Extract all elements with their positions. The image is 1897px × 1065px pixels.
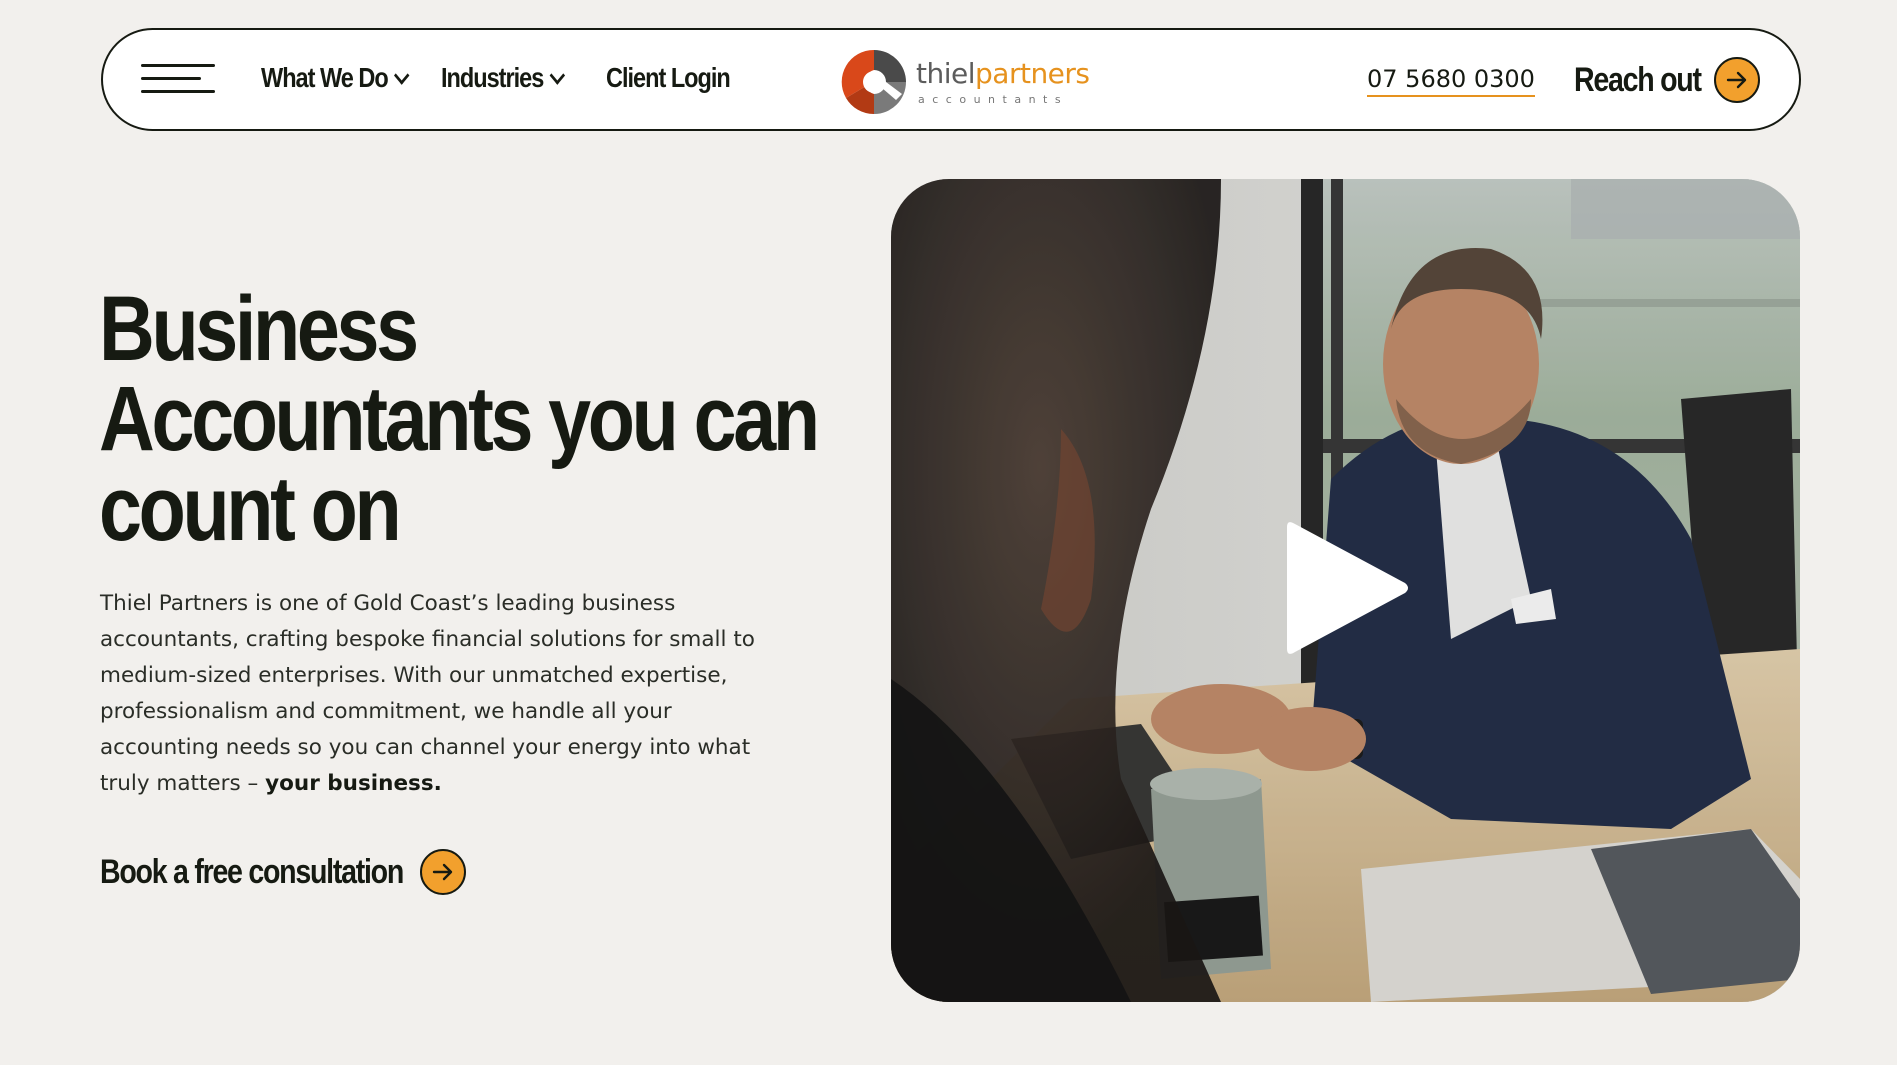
reach-out-button[interactable]: Reach out [1574,56,1760,104]
chevron-down-icon [549,65,565,85]
nav-client-login[interactable]: Client Login [606,62,731,94]
logo-wordmark: thielpartners [916,57,1090,90]
site-header: What We Do Industries Client Login thiel… [101,28,1801,131]
page: What We Do Industries Client Login thiel… [0,0,1897,1065]
hero-title-line: Accountants you can [99,368,820,470]
nav-industries[interactable]: Industries [441,62,565,94]
nav-industries-label: Industries [441,62,544,93]
phone-link[interactable]: 07 5680 0300 [1367,65,1535,97]
logo[interactable]: thielpartners accountants [836,46,1090,118]
book-consultation-label: Book a free consultation [100,852,404,891]
hero-description: Thiel Partners is one of Gold Coast’s le… [100,586,780,802]
hero-description-text: Thiel Partners is one of Gold Coast’s le… [100,591,755,796]
nav-what-we-do[interactable]: What We Do [261,62,410,94]
hero-title-line: Business [99,278,419,380]
logo-mark-icon [841,49,906,115]
hero-title: Business Accountants you can count on [99,278,820,560]
nav-what-we-do-label: What We Do [261,62,389,93]
hero-title-line: count on [99,458,402,560]
logo-subtitle: accountants [918,93,1069,106]
nav-client-login-label: Client Login [606,62,731,93]
reach-out-label: Reach out [1574,60,1702,99]
chevron-down-icon [393,65,410,85]
hero-description-emphasis: your business. [265,771,442,796]
play-icon[interactable] [1277,521,1411,655]
hamburger-menu-icon[interactable] [141,64,219,96]
arrow-right-icon [1714,57,1760,103]
hero-video[interactable] [891,179,1800,1002]
book-consultation-button[interactable]: Book a free consultation [100,847,466,897]
arrow-right-icon [420,849,466,895]
